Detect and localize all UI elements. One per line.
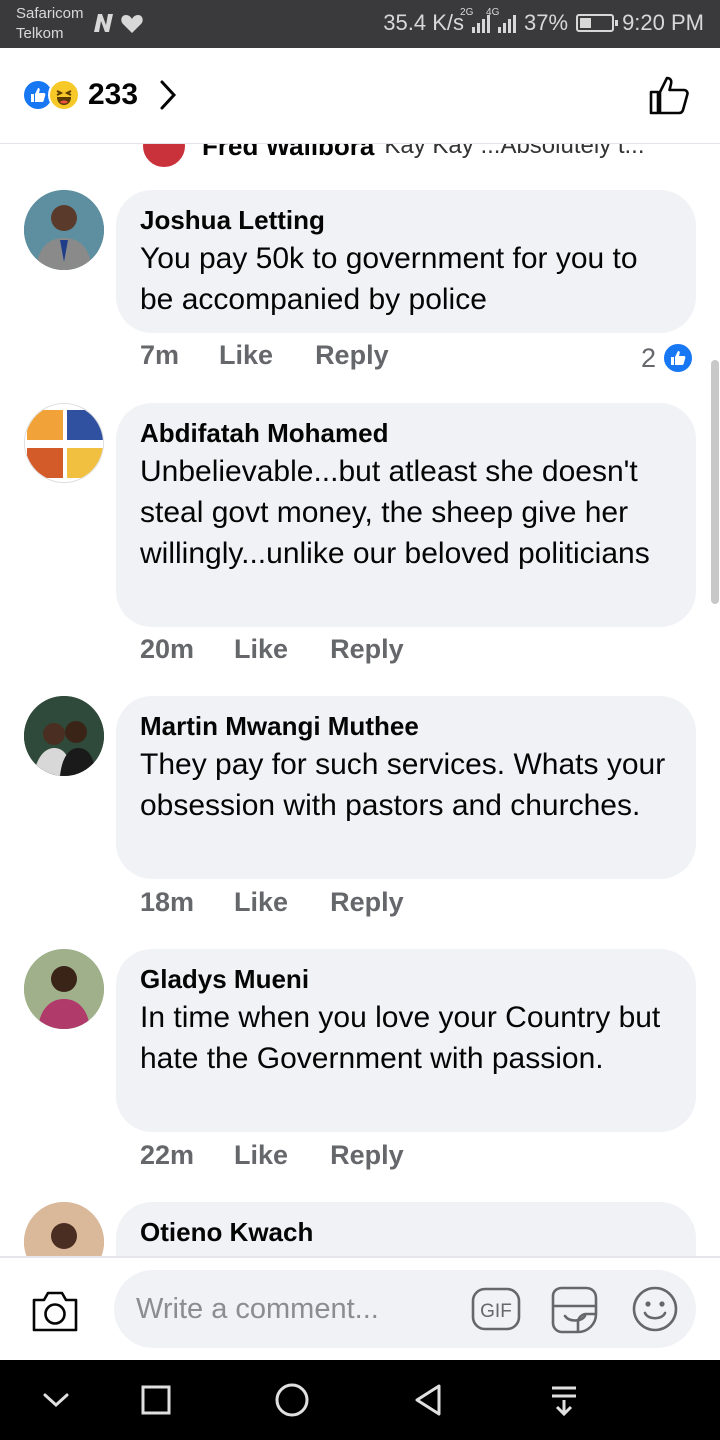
reply-button[interactable]: Reply bbox=[315, 340, 389, 371]
reactions-header: 233 bbox=[0, 48, 720, 144]
pulldown-icon bbox=[552, 1386, 576, 1417]
status-bar: Safaricom Telkom 35.4 K/s 2G 4G 37% 9:20… bbox=[0, 0, 720, 48]
emoji-button[interactable] bbox=[630, 1284, 680, 1339]
hide-keyboard-button[interactable] bbox=[36, 1380, 76, 1420]
avatar[interactable] bbox=[24, 403, 104, 483]
system-nav-bar bbox=[0, 1360, 720, 1440]
battery-fill bbox=[580, 18, 592, 28]
comment-actions: 18m Like Reply bbox=[140, 887, 446, 918]
commenter-name[interactable]: Martin Mwangi Muthee bbox=[140, 710, 672, 742]
comment-actions: 22m Like Reply bbox=[140, 1140, 446, 1171]
reactions-summary[interactable]: 233 bbox=[22, 78, 178, 112]
like-post-button[interactable] bbox=[648, 74, 690, 121]
reply-button[interactable]: Reply bbox=[330, 887, 404, 918]
camera-button[interactable] bbox=[30, 1288, 80, 1339]
notification-pulldown-button[interactable] bbox=[544, 1380, 584, 1420]
commenter-name[interactable]: Otieno Kwach bbox=[140, 1216, 672, 1248]
like-comment-button[interactable]: Like bbox=[219, 340, 273, 371]
commenter-name[interactable]: Gladys Mueni bbox=[140, 963, 672, 995]
battery-icon bbox=[576, 14, 619, 32]
like-count: 2 bbox=[640, 342, 656, 373]
sticker-icon bbox=[551, 1286, 598, 1334]
comment-input[interactable] bbox=[136, 1284, 466, 1334]
network-type-2: 4G bbox=[486, 7, 500, 18]
avatar[interactable] bbox=[24, 696, 104, 776]
comment-bubble[interactable]: Martin Mwangi Muthee They pay for such s… bbox=[116, 696, 696, 879]
comment-text: You pay 50k to government for you to be … bbox=[140, 242, 638, 316]
gif-button[interactable]: GIF bbox=[470, 1284, 522, 1339]
comment-composer: GIF bbox=[0, 1256, 720, 1360]
haha-icon bbox=[48, 79, 80, 111]
like-comment-button[interactable]: Like bbox=[234, 887, 288, 918]
like-comment-button[interactable]: Like bbox=[234, 1140, 288, 1171]
back-button[interactable] bbox=[408, 1380, 448, 1420]
heart-icon bbox=[121, 15, 143, 33]
comment-bubble[interactable]: Joshua Letting You pay 50k to government… bbox=[116, 190, 696, 333]
comment-input-pill: GIF bbox=[114, 1270, 696, 1348]
chevron-down-icon bbox=[43, 1393, 69, 1408]
recents-button[interactable] bbox=[136, 1380, 176, 1420]
network-speed: 35.4 K/s bbox=[383, 10, 465, 35]
reply-button[interactable]: Reply bbox=[330, 634, 404, 665]
circle-icon bbox=[275, 1383, 309, 1417]
sticker-button[interactable] bbox=[548, 1284, 602, 1341]
chevron-right-icon bbox=[160, 80, 177, 110]
comment-time: 22m bbox=[140, 1140, 195, 1170]
commenter-name[interactable]: Abdifatah Mohamed bbox=[140, 417, 672, 449]
carrier-2: Telkom bbox=[16, 25, 64, 42]
camera-icon bbox=[32, 1291, 78, 1332]
triangle-back-icon bbox=[415, 1384, 441, 1416]
comments-sheet: 233 Fred Walibora Kay Kay ...Absolutely … bbox=[0, 48, 720, 1360]
reply-button[interactable]: Reply bbox=[330, 1140, 404, 1171]
network-type-1: 2G bbox=[460, 7, 474, 18]
comment-bubble[interactable]: Abdifatah Mohamed Unbelievable...but atl… bbox=[116, 403, 696, 627]
comment-time: 18m bbox=[140, 887, 195, 917]
signal-icon-2: 4G bbox=[486, 7, 517, 33]
thumbs-up-outline-icon bbox=[649, 76, 689, 115]
home-button[interactable] bbox=[272, 1380, 312, 1420]
comment-like-count[interactable]: 2 bbox=[641, 342, 694, 374]
gif-icon: GIF bbox=[471, 1287, 521, 1331]
reaction-count: 233 bbox=[88, 78, 139, 111]
notification-icons bbox=[92, 12, 144, 34]
comment-actions: 20m Like Reply bbox=[140, 634, 446, 665]
battery-percent: 37% bbox=[524, 10, 569, 35]
gif-label: GIF bbox=[480, 1301, 512, 1322]
carrier-1: Safaricom bbox=[16, 5, 84, 22]
avatar[interactable] bbox=[24, 949, 104, 1029]
square-icon bbox=[141, 1385, 171, 1415]
comment-time: 20m bbox=[140, 634, 195, 664]
comment-bubble[interactable]: Gladys Mueni In time when you love your … bbox=[116, 949, 696, 1132]
comment-actions: 7m Like Reply bbox=[140, 340, 431, 371]
clock: 9:20 PM bbox=[622, 10, 704, 35]
emoji-icon bbox=[632, 1286, 678, 1332]
comment-text: They pay for such services. Whats your o… bbox=[140, 748, 666, 822]
scrollbar[interactable] bbox=[711, 360, 719, 604]
like-comment-button[interactable]: Like bbox=[234, 634, 288, 665]
n-notification-icon bbox=[94, 14, 113, 32]
like-icon bbox=[662, 342, 694, 374]
commenter-name[interactable]: Joshua Letting bbox=[140, 204, 672, 236]
avatar[interactable] bbox=[24, 190, 104, 270]
comment-time: 7m bbox=[140, 340, 180, 370]
carrier-labels: Safaricom Telkom bbox=[16, 4, 84, 44]
comment-text: In time when you love your Country but h… bbox=[140, 1001, 661, 1075]
comment-text: Unbelievable...but atleast she doesn't s… bbox=[140, 455, 650, 570]
status-right: 35.4 K/s 2G 4G 37% 9:20 PM bbox=[383, 7, 704, 36]
